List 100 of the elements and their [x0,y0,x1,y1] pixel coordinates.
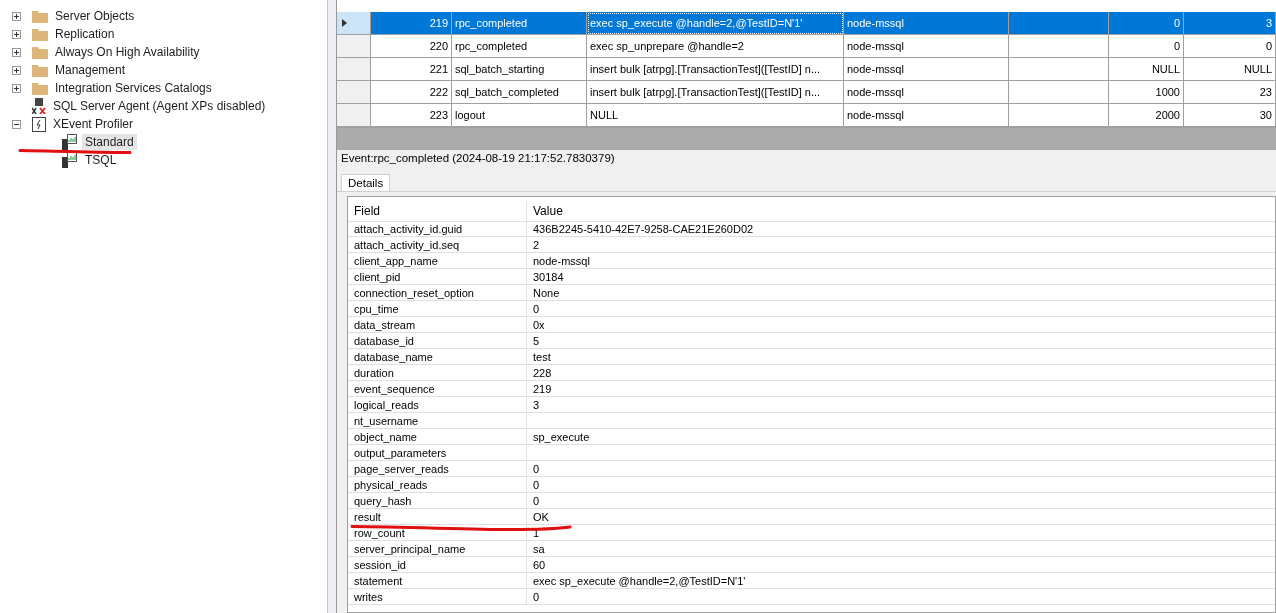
tree-item[interactable]: Standard [82,134,137,150]
table-cell: 0 [527,477,1275,493]
table-cell: node-mssql [844,12,1009,35]
table-cell: 228 [527,365,1275,381]
table-cell: node-mssql [844,58,1009,81]
table-cell: row_count [348,525,527,541]
table-cell: insert bulk [atrpg].[TransactionTest]([TestID] n... [587,81,844,104]
table-cell: attach_activity_id.seq [348,237,527,253]
column-header: Field [348,201,527,222]
table-cell: sql_batch_starting [452,58,587,81]
table-cell: 30 [1184,104,1276,127]
table-cell: 223 [371,104,452,127]
table-cell: node-mssql [844,35,1009,58]
table-cell: client_app_name [348,253,527,269]
table-cell: logical_reads [348,397,527,413]
table-cell: 222 [371,81,452,104]
table-cell: client_pid [348,269,527,285]
table-cell: sql_batch_completed [452,81,587,104]
tree-item[interactable]: Server Objects [52,8,138,24]
table-cell: session_id [348,557,527,573]
table-cell: 220 [371,35,452,58]
table-cell: event_sequence [348,381,527,397]
expand-toggle[interactable] [12,65,21,75]
tree-item[interactable]: XEvent Profiler [50,116,137,132]
folder-icon [32,27,48,41]
expand-toggle[interactable] [12,29,21,39]
table-cell: connection_reset_option [348,285,527,301]
table-cell: 1000 [1109,81,1184,104]
table-cell: OK [527,509,1275,525]
table-cell: node-mssql [844,104,1009,127]
table-cell: 0 [527,301,1275,317]
table-cell: page_server_reads [348,461,527,477]
table-cell: node-mssql [527,253,1275,269]
expand-toggle[interactable] [12,11,21,21]
table-cell: server_principal_name [348,541,527,557]
table-cell: statement [348,573,527,589]
event-title: Event:rpc_completed (2024-08-19 21:17:52.7830379) [340,151,616,166]
tree-item[interactable]: Integration Services Catalogs [52,80,215,96]
expand-toggle[interactable] [12,83,21,93]
collapse-toggle[interactable] [12,119,21,129]
table-cell: sp_execute [527,429,1275,445]
expand-toggle[interactable] [12,47,21,57]
table-cell: 3 [527,397,1275,413]
table-cell: logout [452,104,587,127]
table-cell: NULL [1184,58,1276,81]
table-cell: attach_activity_id.guid [348,221,527,237]
table-cell: None [527,285,1275,301]
column-header: Value [527,201,1275,222]
tree-item[interactable]: SQL Server Agent (Agent XPs disabled) [50,98,269,114]
tree-item[interactable]: Replication [52,26,118,42]
session-icon [62,152,78,168]
table-cell: 2000 [1109,104,1184,127]
table-cell: node-mssql [844,81,1009,104]
table-cell: output_parameters [348,445,527,461]
table-cell: exec sp_unprepare @handle=2 [587,35,844,58]
table-cell: database_name [348,349,527,365]
session-icon [62,134,78,150]
table-cell: 219 [527,381,1275,397]
tree-item[interactable]: TSQL [82,152,120,168]
table-cell: sa [527,541,1275,557]
table-cell: cpu_time [348,301,527,317]
table-cell: NULL [1109,58,1184,81]
table-cell: 5 [527,333,1275,349]
table-cell: 219 [371,12,452,35]
table-cell: 0 [1184,35,1276,58]
table-cell: insert bulk [atrpg].[TransactionTest]([TestID] n... [587,58,844,81]
table-cell: NULL [587,104,844,127]
table-cell: duration [348,365,527,381]
table-cell: exec sp_execute @handle=2,@TestID=N'1' [527,573,1275,589]
row-header[interactable] [337,12,371,35]
table-cell: physical_reads [348,477,527,493]
table-cell: query_hash [348,493,527,509]
folder-icon [32,45,48,59]
table-cell: 0 [527,493,1275,509]
table-cell: 30184 [527,269,1275,285]
table-cell: 23 [1184,81,1276,104]
table-cell: 0 [527,461,1275,477]
table-cell: writes [348,589,527,605]
table-cell: object_name [348,429,527,445]
current-row-icon [342,19,347,27]
tree-item[interactable]: Always On High Availability [52,44,203,60]
table-cell: 0x [527,317,1275,333]
table-cell: 0 [527,589,1275,605]
table-cell: 436B2245-5410-42E7-9258-CAE21E260D02 [527,221,1275,237]
table-cell: exec sp_execute @handle=2,@TestID=N'1' [587,12,844,35]
table-cell: data_stream [348,317,527,333]
table-cell: rpc_completed [452,35,587,58]
agent-disabled-icon [32,98,46,114]
table-cell: 221 [371,58,452,81]
folder-icon [32,81,48,95]
table-cell: result [348,509,527,525]
folder-icon [32,9,48,23]
profiler-icon [32,116,46,132]
table-cell: nt_username [348,413,527,429]
table-cell: 0 [1109,35,1184,58]
folder-icon [32,63,48,77]
table-cell: 2 [527,237,1275,253]
details-tab[interactable]: Details [341,174,391,191]
table-cell: database_id [348,333,527,349]
tree-item[interactable]: Management [52,62,129,78]
